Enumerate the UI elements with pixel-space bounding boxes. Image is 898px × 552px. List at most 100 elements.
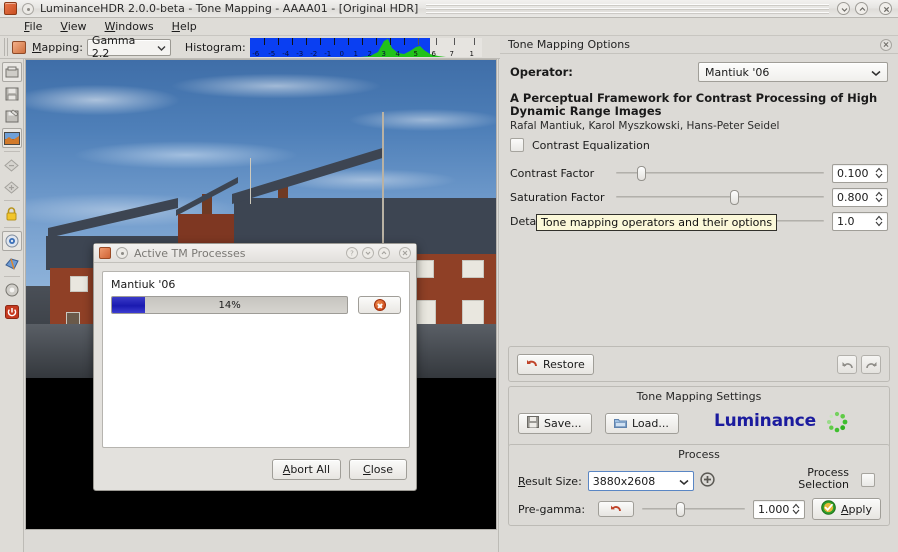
maximize-button[interactable]	[855, 2, 868, 15]
pregamma-spinbox[interactable]: 1.000	[752, 499, 805, 519]
saturation-factor-spinbox[interactable]: 0.800	[832, 187, 888, 207]
progress-percent-text: 14%	[218, 299, 241, 311]
tone-mapping-settings-groupbox: Tone Mapping Settings Save... Load... Lu…	[508, 386, 890, 448]
spin-arrows-icon[interactable]	[875, 215, 883, 227]
chevron-down-icon	[871, 66, 881, 79]
restore-button[interactable]: Restore	[517, 354, 594, 375]
dialog-help-button[interactable]: ?	[346, 247, 358, 259]
save-settings-label: Save...	[544, 417, 582, 430]
dialog-maximize-button[interactable]	[378, 247, 390, 259]
menu-windows[interactable]: Windows	[97, 19, 162, 34]
image-preview-icon[interactable]	[1, 128, 22, 148]
slider-groove	[616, 172, 824, 174]
saturation-factor-value: 0.800	[837, 190, 869, 204]
contrast-factor-value: 0.100	[837, 166, 869, 180]
operator-paper-authors: Rafal Mantiuk, Karol Myszkowski, Hans-Pe…	[510, 120, 780, 132]
undo-icon[interactable]	[837, 355, 857, 374]
zoom-out-icon[interactable]	[2, 155, 22, 175]
slider-groove	[642, 508, 745, 510]
hist-tick-label: 6	[431, 49, 436, 57]
result-size-value: 3880x2608	[592, 474, 656, 488]
quit-icon[interactable]	[2, 302, 22, 322]
detail-factor-spinbox[interactable]: 1.0	[832, 211, 888, 231]
lock-icon[interactable]	[2, 204, 22, 224]
tone-mapping-options-body: Operator: Mantiuk '06 A Perceptual Frame…	[500, 54, 898, 232]
hist-tick-label: -4	[282, 49, 290, 57]
window-titlebar: LuminanceHDR 2.0.0-beta - Tone Mapping -…	[0, 0, 898, 18]
histogram-widget[interactable]: -6 -5 -4 -3 -2 -1 0 1 2 3 4 5 6 7 1	[249, 37, 482, 57]
minimize-button[interactable]	[837, 2, 850, 15]
contrast-factor-slider[interactable]	[616, 164, 824, 182]
spin-arrows-icon[interactable]	[875, 167, 883, 179]
dialog-system-menu-icon[interactable]	[116, 247, 128, 259]
contrast-equalization-checkbox[interactable]	[510, 138, 524, 152]
window-controls	[837, 2, 892, 15]
active-tm-processes-dialog[interactable]: Active TM Processes ? Mantiuk '06 14% A …	[93, 243, 417, 491]
redo-icon[interactable]	[861, 355, 881, 374]
save-icon[interactable]	[2, 84, 22, 104]
dialog-close-button[interactable]	[399, 247, 411, 259]
window-menu-icon[interactable]	[22, 2, 34, 15]
operator-combo[interactable]: Mantiuk '06	[698, 62, 888, 82]
apply-check-icon	[821, 500, 836, 518]
pregamma-slider[interactable]	[642, 500, 745, 518]
new-hdr-icon[interactable]	[1, 62, 22, 82]
slider-handle[interactable]	[636, 166, 646, 181]
menu-view[interactable]: View	[52, 19, 94, 34]
luminance-logo-text: Luminance	[714, 411, 816, 431]
toolbar-grip[interactable]	[4, 38, 9, 56]
restore-groupbox: Restore	[508, 346, 890, 382]
luminance-app-icon	[4, 2, 17, 15]
left-toolbar	[0, 59, 24, 552]
hist-tick-label: 2	[367, 49, 372, 57]
save-settings-button[interactable]: Save...	[518, 413, 592, 434]
menu-help[interactable]: Help	[164, 19, 205, 34]
add-size-icon[interactable]	[700, 472, 715, 490]
spin-arrows-icon[interactable]	[875, 191, 883, 203]
svg-text:?: ?	[350, 250, 354, 258]
pregamma-reset-button[interactable]	[598, 501, 634, 517]
zoom-in-icon[interactable]	[2, 177, 22, 197]
about-icon[interactable]	[2, 280, 22, 300]
abort-all-button[interactable]: Abort All	[271, 459, 341, 480]
slider-handle[interactable]	[730, 190, 740, 205]
hist-tick-label: -3	[296, 49, 304, 57]
mapping-combo[interactable]: Gamma 2.2	[86, 34, 171, 60]
abort-process-button[interactable]	[358, 296, 401, 314]
right-panel: Tone Mapping Options Operator: Mantiuk '…	[500, 36, 898, 552]
restore-label: Restore	[543, 358, 585, 371]
load-settings-button[interactable]: Load...	[605, 413, 679, 434]
settings-icon[interactable]	[1, 231, 22, 251]
contrast-factor-spinbox[interactable]: 0.100	[832, 163, 888, 183]
hist-tick-label: -6	[252, 49, 260, 57]
luminance-spinner-icon	[825, 410, 849, 437]
process-title: Process	[678, 448, 720, 461]
dialog-window-controls: ?	[346, 247, 411, 259]
dialog-minimize-button[interactable]	[362, 247, 374, 259]
process-groupbox: Process Result Size: 3880x2608 Process S…	[508, 444, 890, 526]
apply-button[interactable]: Apply	[811, 498, 881, 520]
spin-arrows-icon[interactable]	[792, 503, 800, 515]
saturation-factor-slider[interactable]	[616, 188, 824, 206]
projective-transform-icon[interactable]	[2, 253, 22, 273]
menu-file[interactable]: File	[16, 19, 50, 34]
apply-label: Apply	[840, 502, 872, 516]
result-size-row: Result Size: 3880x2608	[518, 471, 715, 491]
close-button[interactable]	[879, 2, 892, 15]
result-size-label: Result Size:	[518, 474, 582, 488]
contrast-equalization-row[interactable]: Contrast Equalization	[510, 138, 888, 152]
result-size-combo[interactable]: 3880x2608	[587, 471, 694, 491]
image-antenna	[250, 158, 251, 204]
close-dialog-button[interactable]: Close	[349, 459, 407, 480]
hist-tick-label: -2	[310, 49, 318, 57]
menu-file-label: ile	[29, 20, 43, 33]
slider-handle[interactable]	[675, 502, 685, 517]
process-progress-bar: 14%	[111, 296, 349, 314]
dock-close-icon[interactable]	[880, 38, 892, 51]
save-as-icon[interactable]	[2, 106, 22, 126]
pregamma-label: Pre-gamma:	[518, 502, 586, 516]
hist-tick-label: 3	[381, 49, 386, 57]
mapping-combo-value: Gamma 2.2	[91, 34, 136, 60]
hist-tick-label: 7	[449, 49, 454, 57]
process-selection-checkbox[interactable]	[861, 473, 875, 487]
